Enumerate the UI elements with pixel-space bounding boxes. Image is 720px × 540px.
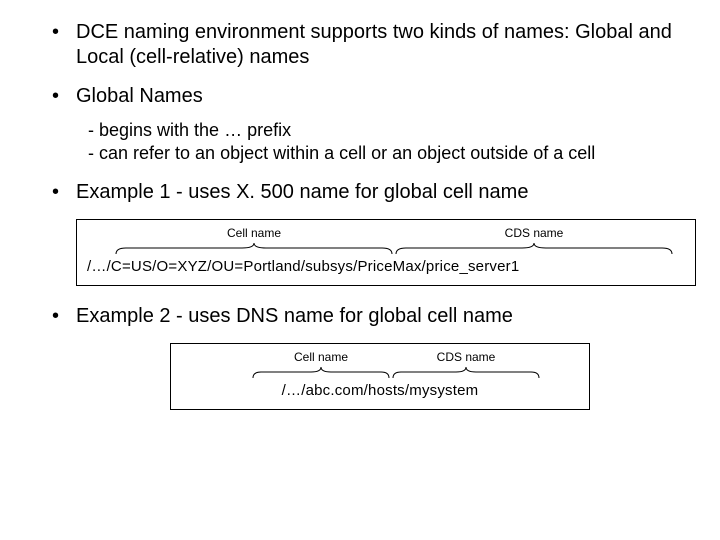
figure-2-cds-label: CDS name <box>391 350 541 364</box>
figure-2: Cell name CDS name /…/abc.com/hosts/mysy… <box>170 343 590 410</box>
bullet-list: DCE naming environment supports two kind… <box>30 20 690 205</box>
figure-2-labels: Cell name CDS name <box>181 350 579 364</box>
brace-icon <box>391 366 541 380</box>
figure-2-path: /…/abc.com/hosts/mysystem <box>181 382 579 399</box>
figure-1-path: /…/C=US/O=XYZ/OU=Portland/subsys/PriceMa… <box>87 258 685 275</box>
brace-icon <box>251 366 391 380</box>
figure-1-labels: Cell name CDS name <box>87 226 685 240</box>
figure-2-braces <box>181 366 579 380</box>
bullet-text-2: Global Names <box>76 85 203 107</box>
bullet-item-2: Global Names - begins with the … prefix … <box>30 84 690 166</box>
bullet-list-2: Example 2 - uses DNS name for global cel… <box>30 304 690 329</box>
brace-icon <box>114 242 394 256</box>
slide: DCE naming environment supports two kind… <box>0 0 720 540</box>
bullet-item-3: Example 1 - uses X. 500 name for global … <box>30 180 690 205</box>
bullet-item-1: DCE naming environment supports two kind… <box>30 20 690 70</box>
sub-list: - begins with the … prefix - can refer t… <box>88 119 690 166</box>
brace-icon <box>394 242 674 256</box>
figure-1-cell-label: Cell name <box>114 226 394 240</box>
sub-item-1: - begins with the … prefix <box>88 119 291 142</box>
sub-item-2: - can refer to an object within a cell o… <box>88 142 595 165</box>
bullet-text-1: DCE naming environment supports two kind… <box>76 21 672 68</box>
figure-1-braces <box>87 242 685 256</box>
bullet-item-4: Example 2 - uses DNS name for global cel… <box>30 304 690 329</box>
bullet-text-3: Example 1 - uses X. 500 name for global … <box>76 181 528 203</box>
figure-1: Cell name CDS name /…/C=US/O=XYZ/OU=Port… <box>76 219 696 286</box>
figure-1-cds-label: CDS name <box>394 226 674 240</box>
figure-2-cell-label: Cell name <box>251 350 391 364</box>
bullet-text-4: Example 2 - uses DNS name for global cel… <box>76 305 513 327</box>
